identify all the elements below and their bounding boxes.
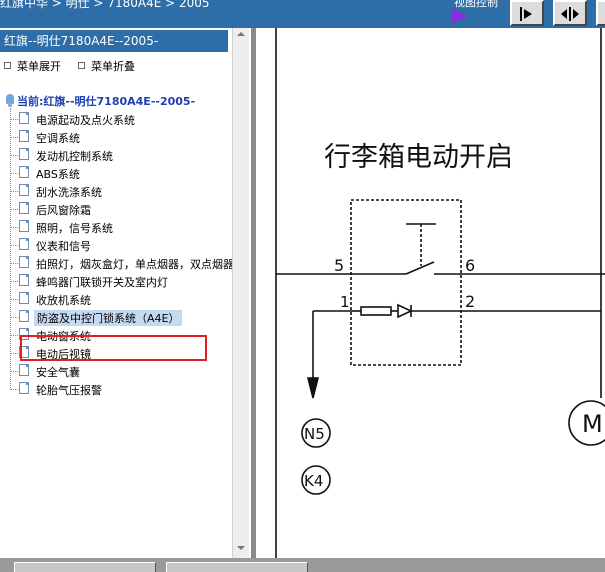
pin-5-label: 5	[334, 256, 344, 275]
document-icon	[19, 382, 29, 394]
document-icon	[19, 256, 29, 268]
tree-item-label: 蜂鸣器门联锁开关及室内灯	[36, 276, 168, 289]
tree-branch	[10, 281, 18, 282]
tree-branch	[10, 173, 18, 174]
tree-branch	[10, 299, 18, 300]
document-icon	[19, 184, 29, 196]
tree-item[interactable]: 照明，信号系统	[10, 218, 234, 236]
tree-item[interactable]: 安全气囊	[10, 362, 234, 380]
tree-item-label: ABS系统	[36, 168, 80, 181]
model-header: 红旗--明仕7180A4E--2005-	[0, 30, 228, 52]
scroll-down-icon[interactable]	[237, 546, 245, 550]
tree-item[interactable]: 空调系统	[10, 128, 234, 146]
document-icon	[19, 292, 29, 304]
fit-width-icon	[561, 7, 579, 21]
bottom-tab-1[interactable]	[14, 562, 156, 572]
motor-label: M	[582, 410, 603, 438]
collapse-all-button[interactable]: 菜单折叠	[78, 58, 135, 74]
tree-branch	[10, 389, 18, 390]
wiring-diagram: 行李箱电动开启 5 6 1 2 N5 K4 M	[256, 28, 605, 558]
document-icon	[19, 274, 29, 286]
tree-item-label: 空调系统	[36, 132, 80, 145]
pin-2-label: 2	[465, 292, 475, 311]
tree-item-label: 发动机控制系统	[36, 150, 113, 163]
window-title: 红旗中华 > 明仕 > 7180A4E > 2005	[0, 0, 210, 10]
tree-branch	[10, 155, 18, 156]
menu-scrollbar[interactable]	[232, 28, 249, 558]
document-icon	[19, 364, 29, 376]
tree-item-label: 照明，信号系统	[36, 222, 113, 235]
tree-item[interactable]: 仪表和信号	[10, 236, 234, 254]
tree-item[interactable]: 发动机控制系统	[10, 146, 234, 164]
n5-label: N5	[304, 425, 325, 443]
step-forward-button[interactable]	[510, 0, 544, 26]
document-icon	[19, 166, 29, 178]
toolbar-button-partial[interactable]	[596, 0, 605, 26]
pin-6-label: 6	[465, 256, 475, 275]
tree-item-label: 防盗及中控门锁系统（A4E）	[34, 310, 183, 326]
tree-item-label: 安全气囊	[36, 366, 80, 379]
tree-item-label: 后风窗除霜	[36, 204, 91, 217]
tree-branch	[10, 371, 18, 372]
tree-item-label: 拍照灯，烟灰盒灯，单点烟器，双点烟器	[36, 258, 234, 271]
k4-label: K4	[304, 472, 323, 490]
document-icon	[19, 148, 29, 160]
tree-branch	[10, 191, 18, 192]
expand-icon	[4, 62, 11, 69]
tree-item-label: 刮水洗涤系统	[36, 186, 102, 199]
tree-item[interactable]: 防盗及中控门锁系统（A4E）	[10, 308, 234, 326]
tree-branch	[10, 227, 18, 228]
play-arrow-icon[interactable]	[452, 9, 468, 23]
switch-blade	[405, 261, 435, 275]
pin-1-label: 1	[340, 293, 350, 311]
highlight-box	[20, 335, 207, 361]
tree-item[interactable]: ABS系统	[10, 164, 234, 182]
tree-item-label: 电源起动及点火系统	[36, 114, 135, 127]
document-icon	[19, 202, 29, 214]
step-forward-icon	[520, 7, 532, 21]
tree-item-label: 收放机系统	[36, 294, 91, 307]
arrow-down-icon	[306, 377, 320, 399]
diagram-title: 行李箱电动开启	[324, 142, 513, 173]
tree-item[interactable]: 蜂鸣器门联锁开关及室内灯	[10, 272, 234, 290]
document-icon	[19, 112, 29, 124]
vehicle-icon	[6, 94, 14, 107]
tree-item[interactable]: 后风窗除霜	[10, 200, 234, 218]
status-bar	[0, 558, 605, 572]
tree-branch	[10, 119, 18, 120]
tree-item[interactable]: 刮水洗涤系统	[10, 182, 234, 200]
tree-item-label: 仪表和信号	[36, 240, 91, 253]
tree-item-label: 轮胎气压报警	[36, 384, 102, 397]
tree-item[interactable]: 拍照灯，烟灰盒灯，单点烟器，双点烟器	[10, 254, 234, 272]
diode-icon	[397, 303, 413, 319]
tree-branch	[10, 353, 18, 354]
tree-branch	[10, 335, 18, 336]
expand-all-button[interactable]: 菜单展开	[4, 58, 61, 74]
tree-branch	[10, 209, 18, 210]
tree-branch	[10, 137, 18, 138]
document-icon	[19, 130, 29, 142]
menu-panel: 红旗--明仕7180A4E--2005- 菜单展开 菜单折叠 当前:红旗--明仕…	[0, 28, 250, 558]
fit-width-button[interactable]	[553, 0, 587, 26]
tree-branch	[10, 263, 18, 264]
scroll-up-icon[interactable]	[237, 32, 245, 36]
tree-branch	[10, 245, 18, 246]
tree-item[interactable]: 电源起动及点火系统	[10, 110, 234, 128]
document-icon	[19, 238, 29, 250]
document-icon	[19, 310, 29, 322]
collapse-icon	[78, 62, 85, 69]
bottom-tab-2[interactable]	[166, 562, 308, 572]
resistor	[360, 306, 392, 316]
document-icon	[19, 220, 29, 232]
tree-item[interactable]: 轮胎气压报警	[10, 380, 234, 398]
diagram-canvas: 行李箱电动开启 5 6 1 2 N5 K4 M	[275, 28, 605, 558]
tree-item[interactable]: 收放机系统	[10, 290, 234, 308]
top-bar: 红旗中华 > 明仕 > 7180A4E > 2005 视图控制	[0, 0, 605, 28]
tree-branch	[10, 317, 18, 318]
